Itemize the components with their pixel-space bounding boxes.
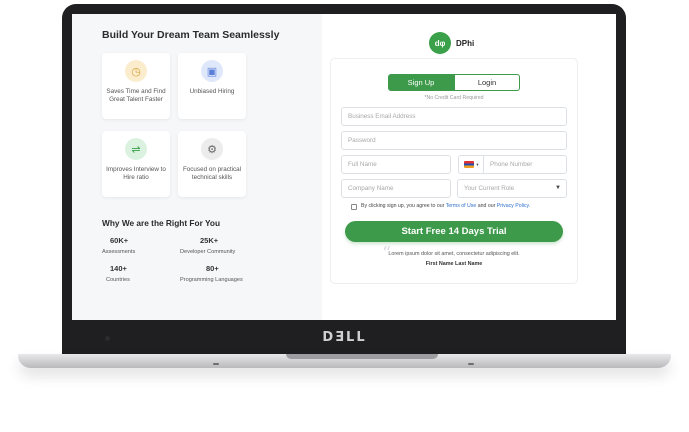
stat-label-countries: Countries <box>106 277 130 283</box>
benefit-card-interview-ratio: ⇌ Improves Interview to Hire ratio <box>102 131 170 197</box>
stat-label-assessments: Assessments <box>102 249 136 255</box>
laptop-foot <box>468 363 474 365</box>
stat-value-assessments: 60K+ <box>110 236 129 245</box>
chevron-down-icon: ▼ <box>555 185 561 191</box>
agree-mid: and our <box>477 203 496 209</box>
clock-icon: ◷ <box>125 60 147 82</box>
agree-prefix: By clicking sign up, you agree to our <box>361 203 445 209</box>
laptop-brand-logo: DƎLL <box>322 330 367 345</box>
logo-mark: dφ <box>429 32 451 54</box>
laptop-foot <box>213 363 219 365</box>
password-field[interactable]: Password <box>341 131 567 150</box>
tab-signup[interactable]: Sign Up <box>388 74 454 91</box>
email-field[interactable]: Business Email Address <box>341 107 567 126</box>
benefit-card-saves-time: ◷ Saves Time and Find Great Talent Faste… <box>102 53 170 119</box>
terms-link[interactable]: Terms of Use <box>446 203 477 209</box>
settings-document-icon: ⚙ <box>201 138 223 160</box>
benefit-card-text: Improves Interview to Hire ratio <box>106 166 166 182</box>
chevron-down-icon: ▼ <box>475 162 480 167</box>
why-us-title: Why We are the Right For You <box>102 218 221 228</box>
tab-login[interactable]: Login <box>454 74 520 91</box>
testimonial-quote: Lorem ipsum dolor sit amet, consectetur … <box>388 251 520 257</box>
laptop-mockup: Build Your Dream Team Seamlessly ◷ Saves… <box>0 0 689 432</box>
benefit-card-text: Focused on practical technical skills <box>182 166 242 182</box>
stat-value-languages: 80+ <box>206 264 219 273</box>
benefits-title: Build Your Dream Team Seamlessly <box>102 29 280 41</box>
company-field[interactable]: Company Name <box>341 179 451 198</box>
benefit-card-text: Saves Time and Find Great Talent Faster <box>106 88 166 104</box>
flag-icon <box>463 161 474 168</box>
document-check-icon: ▣ <box>201 60 223 82</box>
benefits-panel: Build Your Dream Team Seamlessly ◷ Saves… <box>72 14 322 320</box>
laptop-base-notch <box>286 354 438 359</box>
handshake-icon: ⇌ <box>125 138 147 160</box>
role-select[interactable]: Your Current Role <box>457 179 567 198</box>
agree-checkbox[interactable] <box>351 204 357 210</box>
testimonial-author: First Name Last Name <box>425 261 483 267</box>
stat-value-countries: 140+ <box>110 264 127 273</box>
privacy-link[interactable]: Privacy Policy. <box>497 203 530 209</box>
agree-text: By clicking sign up, you agree to our Te… <box>361 203 530 209</box>
benefit-card-technical-skills: ⚙ Focused on practical technical skills <box>178 131 246 197</box>
logo-text: DPhi <box>456 38 475 48</box>
start-trial-button[interactable]: Start Free 14 Days Trial <box>345 221 563 242</box>
dphi-logo: dφ DPhi <box>429 32 474 54</box>
benefit-card-text: Unbiased Hiring <box>189 88 235 95</box>
phone-field[interactable]: Phone Number <box>483 155 567 174</box>
laptop-base <box>18 354 671 368</box>
fullname-field[interactable]: Full Name <box>341 155 451 174</box>
no-credit-card-note: *No Credit Card Required <box>424 95 484 101</box>
stat-label-languages: Programming Languages <box>180 277 243 283</box>
stat-label-community: Developer Community <box>180 249 236 255</box>
stat-value-community: 25K+ <box>200 236 219 245</box>
benefit-card-unbiased: ▣ Unbiased Hiring <box>178 53 246 119</box>
country-code-select[interactable]: ▼ <box>458 155 484 174</box>
